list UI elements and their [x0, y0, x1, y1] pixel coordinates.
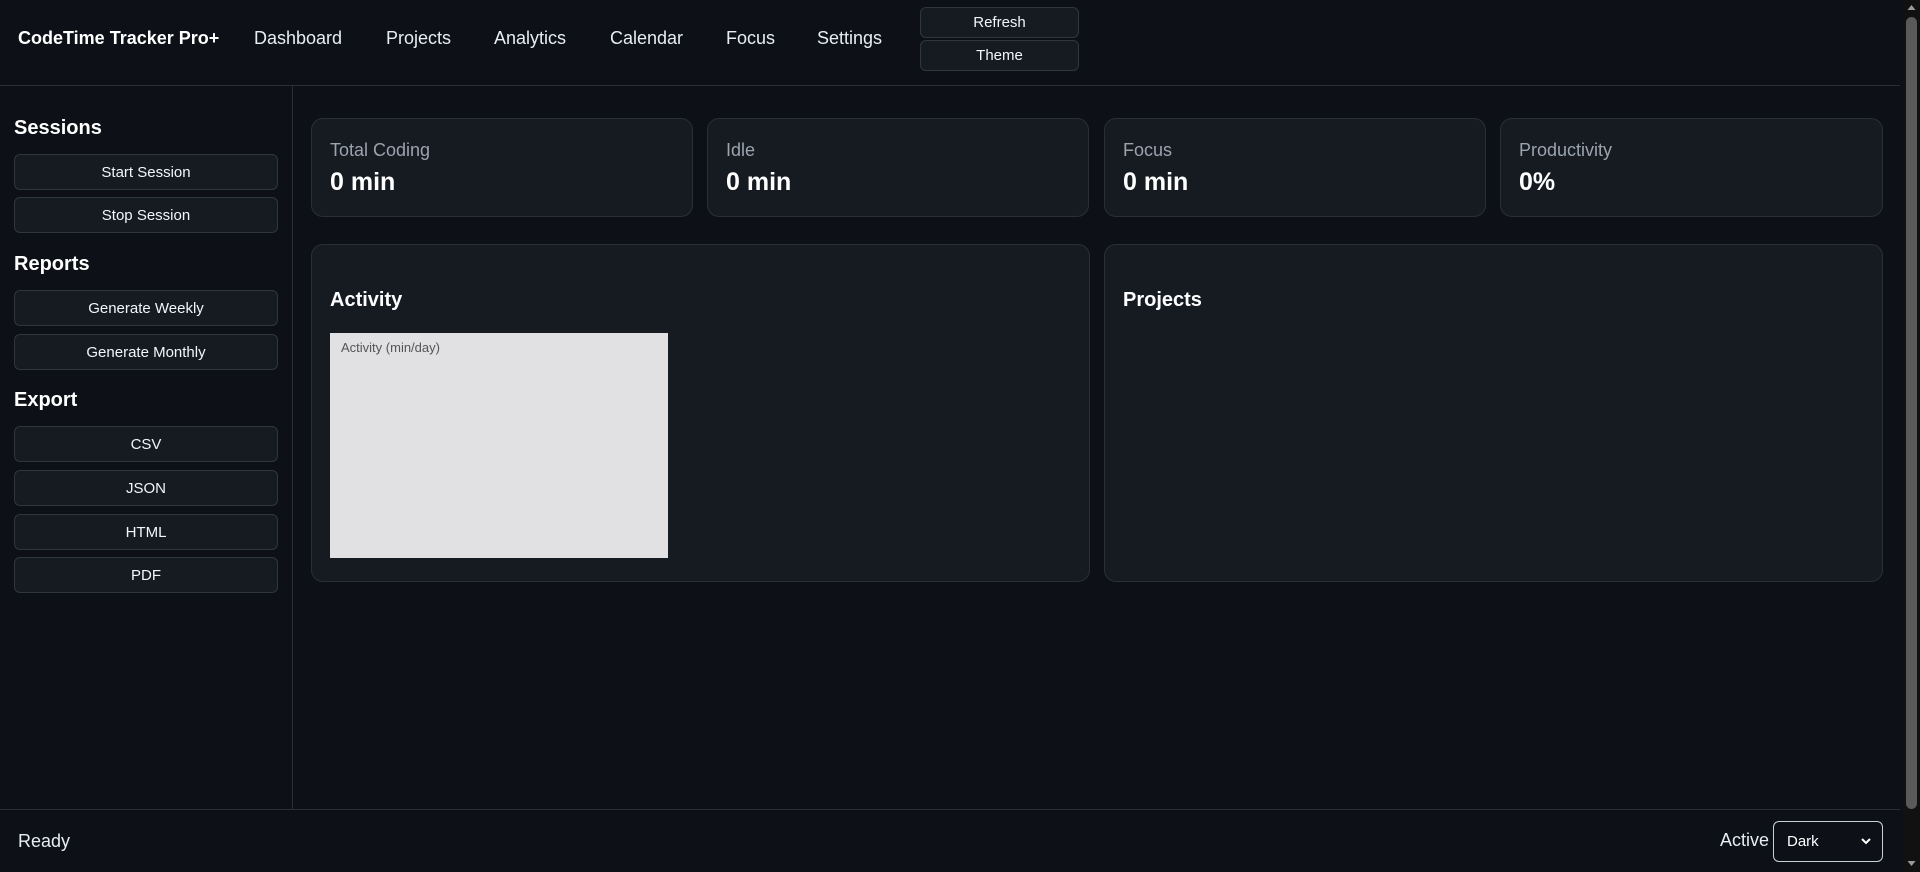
stat-card-idle: Idle 0 min [707, 118, 1089, 217]
nav-analytics[interactable]: Analytics [494, 28, 566, 49]
export-html-button[interactable]: HTML [14, 514, 278, 550]
stop-session-button[interactable]: Stop Session [14, 197, 278, 233]
nav-projects[interactable]: Projects [386, 28, 451, 49]
reports-heading: Reports [14, 253, 90, 275]
stat-value: 0 min [330, 168, 396, 196]
export-json-button[interactable]: JSON [14, 470, 278, 506]
theme-select-value: Dark [1787, 833, 1819, 850]
scroll-up-icon[interactable] [1907, 3, 1916, 12]
export-pdf-button[interactable]: PDF [14, 557, 278, 593]
refresh-button[interactable]: Refresh [920, 7, 1079, 38]
status-bar: Ready Active Dark [0, 809, 1900, 872]
chevron-down-icon [1861, 838, 1871, 845]
app-window: CodeTime Tracker Pro+ Dashboard Projects… [0, 0, 1920, 872]
start-session-button[interactable]: Start Session [14, 154, 278, 190]
activity-chart-title: Activity (min/day) [341, 340, 440, 355]
stat-value: 0 min [726, 168, 792, 196]
stat-label: Total Coding [330, 140, 431, 160]
stat-label: Focus [1123, 140, 1173, 160]
generate-monthly-button[interactable]: Generate Monthly [14, 334, 278, 370]
top-navbar: CodeTime Tracker Pro+ Dashboard Projects… [0, 0, 1900, 86]
nav-settings[interactable]: Settings [817, 28, 882, 49]
generate-weekly-button[interactable]: Generate Weekly [14, 290, 278, 326]
stat-card-total-coding: Total Coding 0 min [311, 118, 693, 217]
scroll-down-icon[interactable] [1907, 859, 1916, 868]
sessions-heading: Sessions [14, 117, 102, 139]
stat-label: Idle [726, 140, 756, 160]
scroll-thumb[interactable] [1906, 17, 1917, 809]
activity-chart: Activity (min/day) [330, 333, 668, 558]
vertical-scrollbar[interactable] [1903, 0, 1920, 872]
theme-select[interactable]: Dark [1773, 821, 1883, 862]
status-text: Ready [18, 831, 71, 851]
stat-card-productivity: Productivity 0% [1500, 118, 1883, 217]
nav-focus[interactable]: Focus [726, 28, 775, 49]
sidebar: Sessions Start Session Stop Session Repo… [0, 86, 293, 809]
activity-title: Activity [330, 289, 403, 311]
stat-value: 0 min [1123, 168, 1189, 196]
stat-value: 0% [1519, 168, 1556, 196]
nav-calendar[interactable]: Calendar [610, 28, 683, 49]
export-csv-button[interactable]: CSV [14, 426, 278, 462]
theme-button[interactable]: Theme [920, 40, 1079, 71]
stat-card-focus: Focus 0 min [1104, 118, 1486, 217]
active-label: Active [1720, 830, 1770, 850]
stat-label: Productivity [1519, 140, 1613, 160]
nav-dashboard[interactable]: Dashboard [254, 28, 342, 49]
projects-panel: Projects [1104, 244, 1883, 582]
projects-title: Projects [1123, 289, 1202, 311]
export-heading: Export [14, 389, 78, 411]
app-brand: CodeTime Tracker Pro+ [18, 28, 220, 48]
activity-panel: Activity Activity (min/day) [311, 244, 1090, 582]
